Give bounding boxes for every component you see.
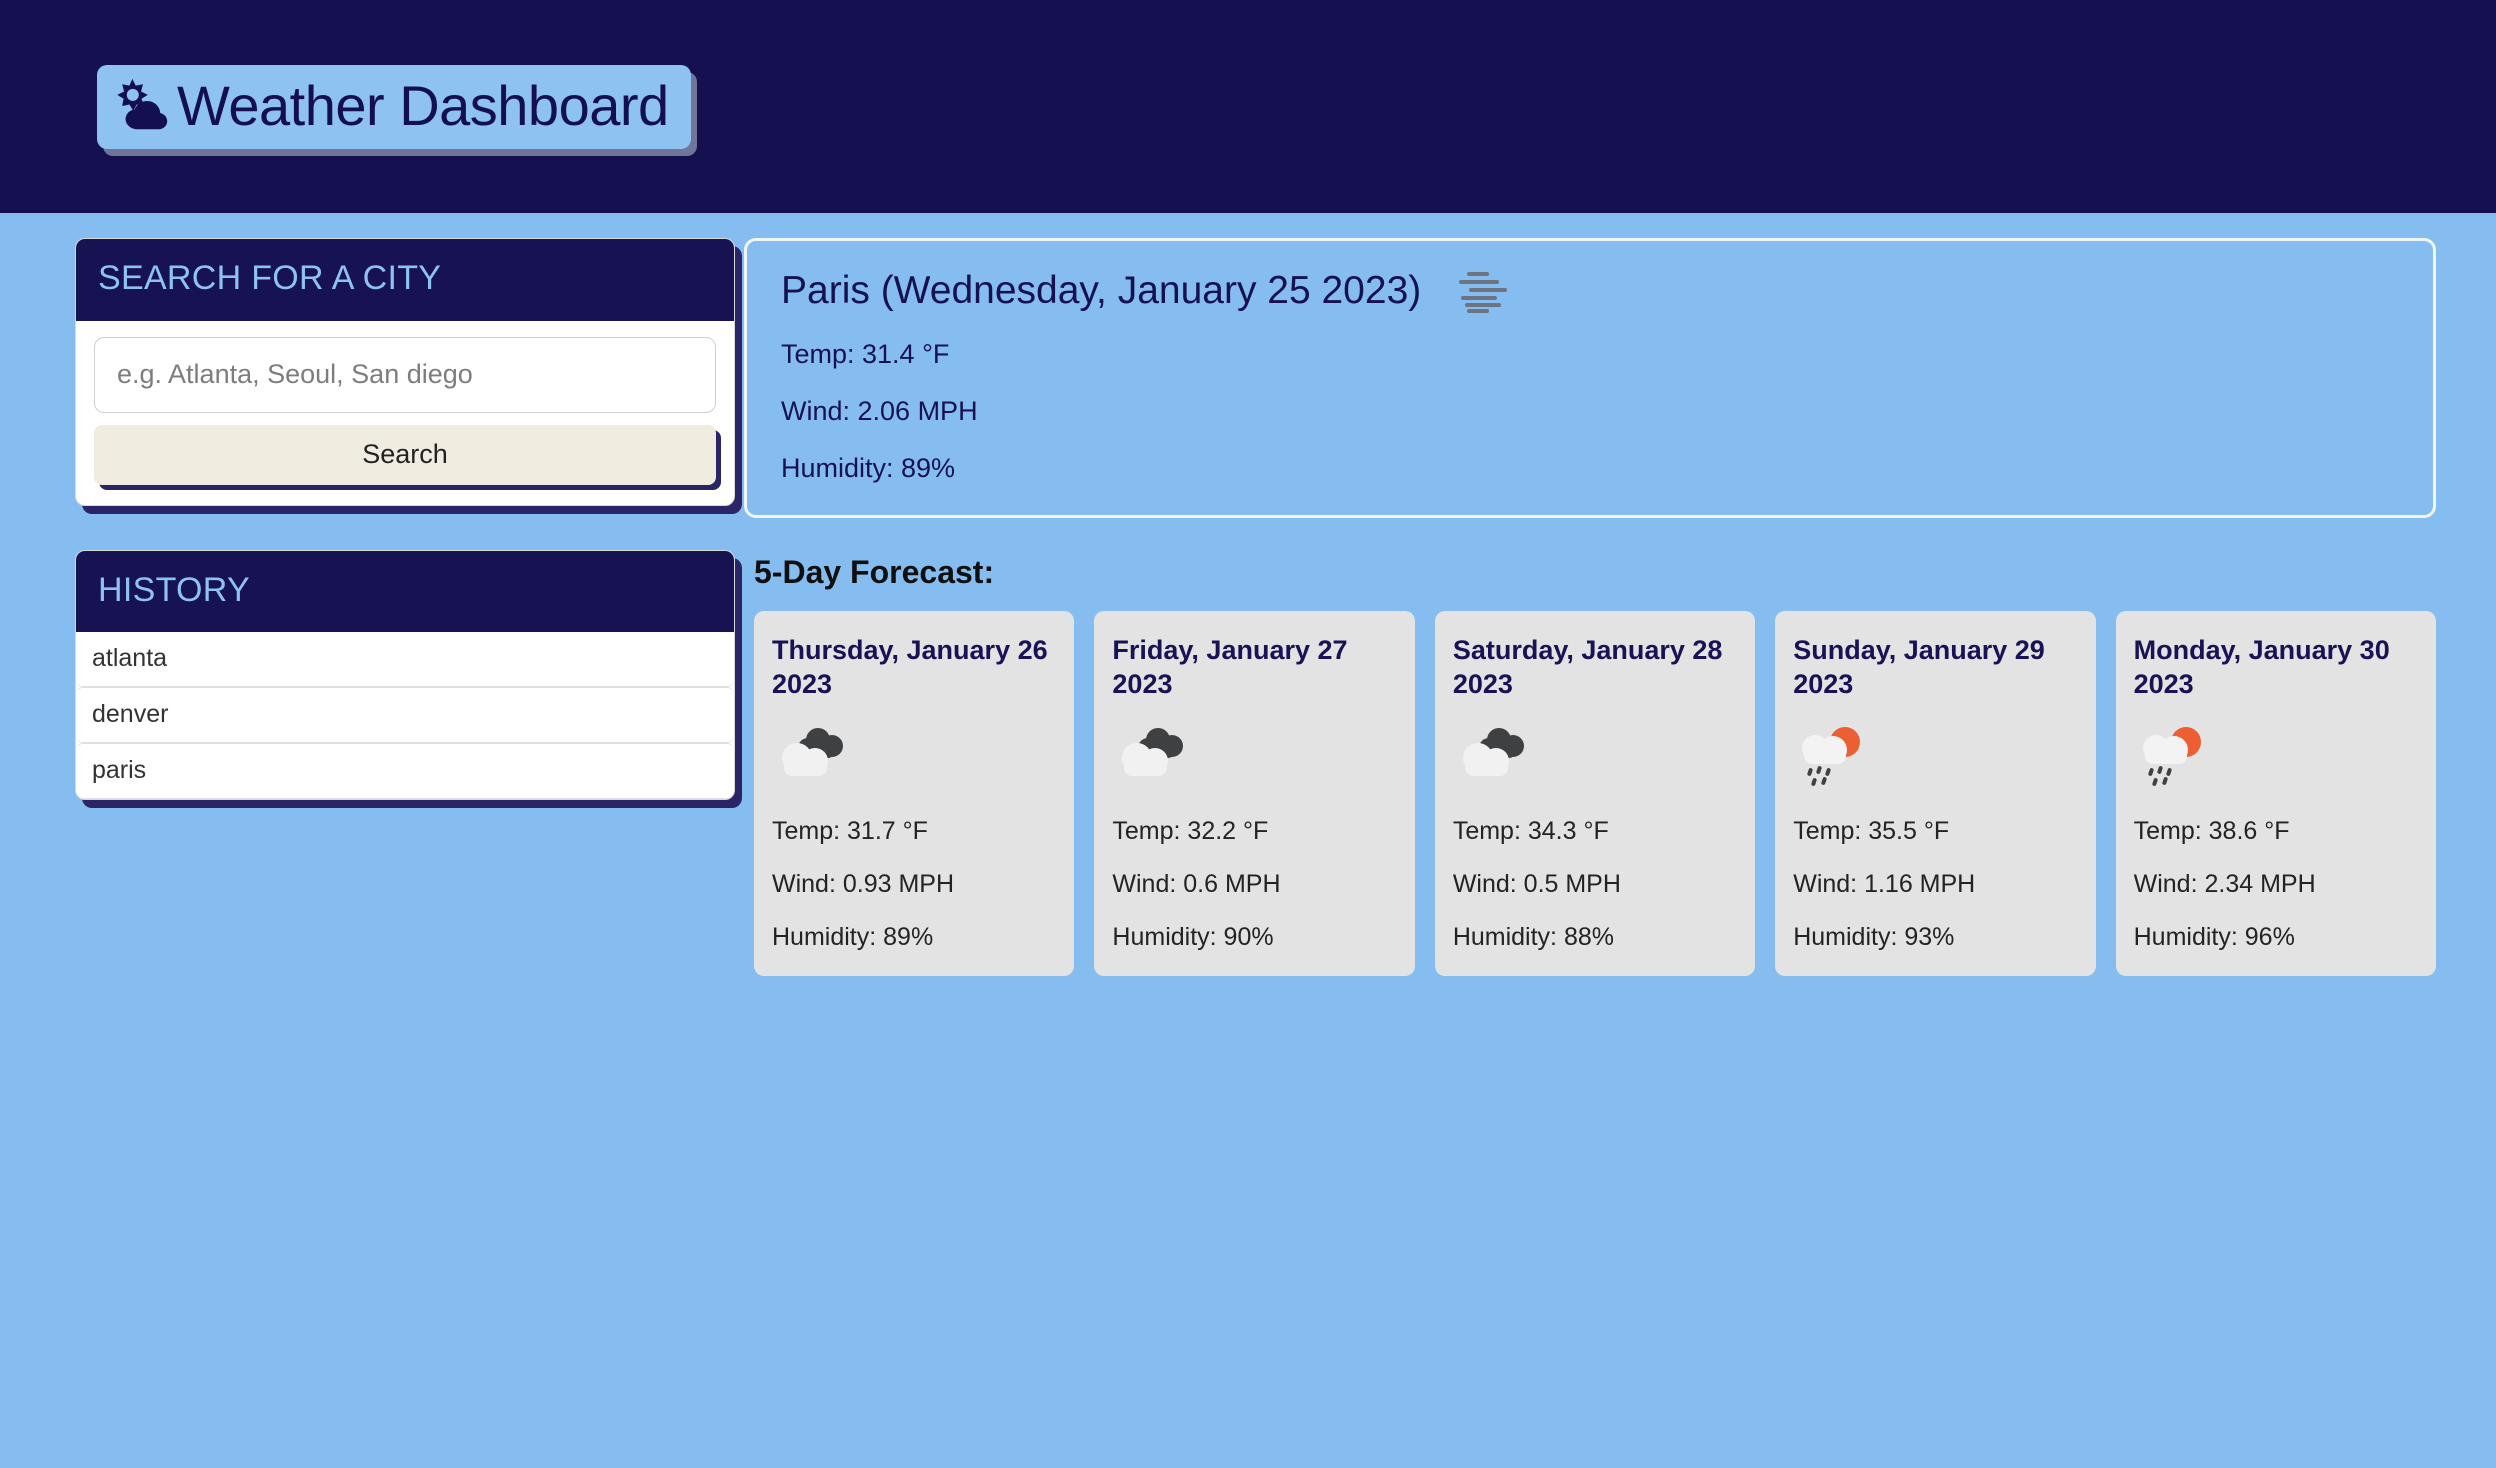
- sun-behind-cloud-icon: [117, 78, 168, 129]
- forecast-icon-wrap: [1793, 711, 2077, 801]
- search-panel: SEARCH FOR A CITY Search: [75, 238, 735, 506]
- forecast-date: Friday, January 27 2023: [1112, 635, 1348, 700]
- forecast-temp: Temp: 35.5 °F: [1793, 817, 1950, 846]
- sun-behind-rain-cloud-icon: [2142, 727, 2201, 786]
- forecast-humidity: Humidity: 88%: [1452, 923, 1614, 952]
- forecast-humidity: Humidity: 96%: [2133, 923, 2295, 952]
- history-item-atlanta[interactable]: atlanta: [76, 632, 734, 688]
- search-input[interactable]: [94, 336, 716, 413]
- forecast-date: Monday, January 30 2023: [2133, 635, 2390, 700]
- forecast-heading: 5-Day Forecast:: [754, 554, 995, 590]
- search-panel-title: SEARCH FOR A CITY: [98, 259, 442, 297]
- forecast-temp: Temp: 31.7 °F: [772, 817, 928, 846]
- forecast-card: Saturday, January 28 2023 Temp: 34.3 °F …: [1434, 611, 1756, 977]
- history-item-denver[interactable]: denver: [76, 687, 734, 744]
- history-panel-title: HISTORY: [98, 570, 250, 609]
- current-wind: Wind: 2.06 MPH: [781, 396, 978, 426]
- forecast-card: Friday, January 27 2023 Temp: 32.2 °F Wi…: [1094, 611, 1415, 977]
- forecast-date: Thursday, January 26 2023: [772, 635, 1048, 700]
- sidebar: SEARCH FOR A CITY Search HISTORY atlanta…: [0, 238, 735, 801]
- main-content: Paris (Wednesday, January 25 2023) Temp:…: [735, 238, 2496, 977]
- broken-clouds-icon: [1122, 728, 1184, 777]
- search-panel-header: SEARCH FOR A CITY: [76, 239, 734, 321]
- forecast-humidity: Humidity: 90%: [1112, 923, 1274, 952]
- forecast-wind: Wind: 0.93 MPH: [772, 870, 955, 899]
- search-panel-body: Search: [76, 321, 734, 505]
- forecast-card: Sunday, January 29 2023 Temp: 35.5 °F Wi…: [1775, 611, 2096, 977]
- mist-icon: [1459, 272, 1508, 313]
- current-weather-title: Paris (Wednesday, January 25 2023): [781, 268, 1422, 312]
- current-weather-card: Paris (Wednesday, January 25 2023) Temp:…: [744, 238, 2436, 518]
- history-panel: HISTORY atlanta denver paris: [75, 549, 735, 801]
- navbar: Weather Dashboard: [0, 0, 2496, 213]
- forecast-humidity: Humidity: 89%: [772, 923, 934, 952]
- forecast-date: Sunday, January 29 2023: [1793, 635, 2045, 700]
- current-humidity: Humidity: 89%: [781, 453, 956, 483]
- broken-clouds-icon: [1462, 728, 1524, 777]
- forecast-icon-wrap: [772, 711, 1056, 801]
- search-button[interactable]: Search: [94, 424, 716, 485]
- forecast-card: Thursday, January 26 2023 Temp: 31.7 °F …: [754, 611, 1075, 977]
- history-list: atlanta denver paris: [76, 632, 734, 800]
- current-temp: Temp: 31.4 °F: [781, 339, 950, 369]
- forecast-temp: Temp: 34.3 °F: [1452, 817, 1609, 846]
- forecast-wind: Wind: 0.6 MPH: [1112, 870, 1281, 899]
- forecast-humidity: Humidity: 93%: [1793, 923, 1955, 952]
- forecast-icon-wrap: [2134, 711, 2418, 801]
- forecast-date: Saturday, January 28 2023: [1452, 635, 1723, 700]
- forecast-icon-wrap: [1112, 711, 1396, 801]
- sun-behind-rain-cloud-icon: [1802, 727, 1861, 786]
- brand-title: Weather Dashboard: [177, 73, 669, 137]
- forecast-wind: Wind: 2.34 MPH: [2133, 870, 2316, 899]
- brand-badge[interactable]: Weather Dashboard: [97, 64, 691, 149]
- current-weather-header: Paris (Wednesday, January 25 2023): [781, 269, 2399, 313]
- forecast-icon-wrap: [1453, 711, 1737, 801]
- forecast-row: Thursday, January 26 2023 Temp: 31.7 °F …: [744, 611, 2437, 977]
- history-panel-header: HISTORY: [76, 550, 734, 633]
- forecast-card: Monday, January 30 2023 Temp: 38.6 °F Wi…: [2115, 611, 2437, 977]
- forecast-temp: Temp: 38.6 °F: [2133, 817, 2290, 846]
- forecast-wind: Wind: 1.16 MPH: [1793, 870, 1976, 899]
- history-item-paris[interactable]: paris: [76, 743, 734, 800]
- broken-clouds-icon: [782, 728, 843, 777]
- page-body: SEARCH FOR A CITY Search HISTORY atlanta…: [0, 213, 2496, 977]
- forecast-temp: Temp: 32.2 °F: [1112, 817, 1269, 846]
- forecast-wind: Wind: 0.5 MPH: [1452, 870, 1621, 899]
